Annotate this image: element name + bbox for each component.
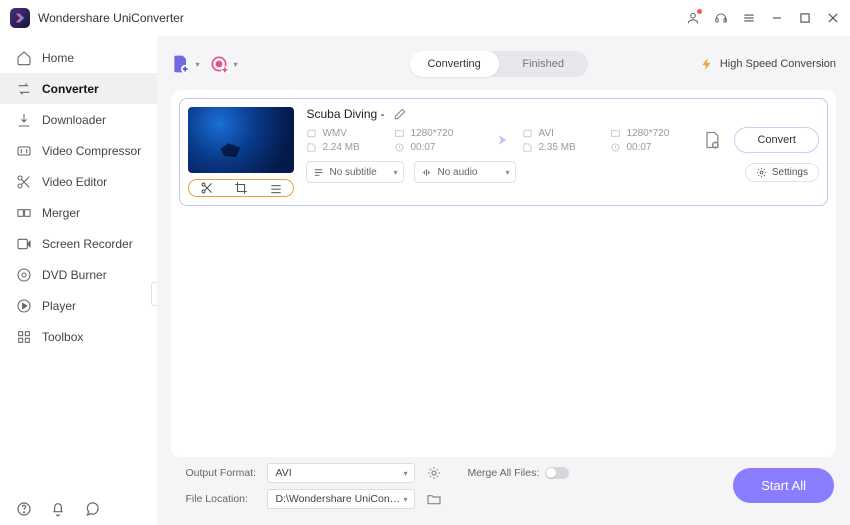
chevron-down-icon: ▾ — [505, 168, 509, 177]
sidebar-item-dvd[interactable]: DVD Burner — [0, 259, 157, 290]
open-folder-icon[interactable] — [425, 490, 443, 508]
bolt-icon — [700, 57, 714, 71]
tab-finished[interactable]: Finished — [499, 51, 588, 77]
sidebar-item-editor[interactable]: Video Editor — [0, 166, 157, 197]
play-icon — [16, 298, 32, 314]
sidebar-item-compressor[interactable]: Video Compressor — [0, 135, 157, 166]
sidebar-item-label: Screen Recorder — [42, 237, 133, 251]
sidebar-item-label: Video Editor — [42, 175, 107, 189]
format-settings-icon[interactable] — [425, 464, 443, 482]
cut-icon[interactable] — [200, 181, 214, 195]
arrow-right-icon — [486, 129, 512, 151]
sidebar-item-home[interactable]: Home — [0, 42, 157, 73]
add-file-icon — [171, 54, 191, 74]
output-settings-icon[interactable] — [702, 130, 722, 150]
crop-icon[interactable] — [234, 181, 248, 195]
headset-icon[interactable] — [714, 11, 728, 25]
sidebar-item-recorder[interactable]: Screen Recorder — [0, 228, 157, 259]
app-title: Wondershare UniConverter — [38, 11, 184, 25]
item-title: Scuba Diving - — [306, 107, 384, 121]
sidebar-item-label: Converter — [42, 82, 99, 96]
high-speed-label: High Speed Conversion — [720, 58, 836, 70]
sidebar-item-toolbox[interactable]: Toolbox — [0, 321, 157, 352]
converter-icon — [16, 81, 32, 97]
titlebar: Wondershare UniConverter — [0, 0, 850, 36]
chevron-down-icon: ▾ — [403, 495, 407, 504]
sidebar-item-label: Player — [42, 299, 76, 313]
grid-icon — [16, 329, 32, 345]
high-speed-toggle[interactable]: High Speed Conversion — [700, 57, 836, 71]
dst-duration: 00:07 — [610, 142, 670, 153]
thumbnail-tools — [188, 179, 294, 197]
conversion-item: Scuba Diving - WMV 1280*720 2.24 MB 00:0… — [179, 98, 828, 206]
sidebar-item-label: Downloader — [42, 113, 106, 127]
bell-icon[interactable] — [50, 501, 66, 517]
audio-select[interactable]: No audio ▾ — [414, 161, 516, 183]
merger-icon — [16, 205, 32, 221]
sidebar-item-merger[interactable]: Merger — [0, 197, 157, 228]
sidebar-item-label: Toolbox — [42, 330, 83, 344]
chevron-down-icon: ▾ — [403, 469, 407, 478]
disc-icon — [16, 267, 32, 283]
minimize-button[interactable] — [770, 11, 784, 25]
recorder-icon — [16, 236, 32, 252]
src-resolution: 1280*720 — [394, 128, 454, 139]
sidebar-item-converter[interactable]: Converter — [0, 73, 157, 104]
item-settings-button[interactable]: Settings — [745, 163, 819, 182]
tab-converting[interactable]: Converting — [410, 51, 499, 77]
convert-button[interactable]: Convert — [734, 127, 819, 153]
add-target-button[interactable]: ▾ — [209, 54, 237, 74]
output-format-label: Output Format: — [185, 467, 257, 479]
chevron-down-icon: ▾ — [233, 60, 237, 69]
scissors-icon — [16, 174, 32, 190]
account-icon[interactable] — [686, 11, 700, 25]
gear-icon — [756, 167, 767, 178]
dst-size: 2.35 MB — [522, 142, 582, 153]
audio-icon — [421, 167, 432, 178]
merge-label: Merge All Files: — [467, 467, 539, 479]
subtitle-select[interactable]: No subtitle ▾ — [306, 161, 404, 183]
menu-icon[interactable] — [742, 11, 756, 25]
sidebar-item-downloader[interactable]: Downloader — [0, 104, 157, 135]
video-thumbnail[interactable] — [188, 107, 294, 173]
help-icon[interactable] — [16, 501, 32, 517]
start-all-button[interactable]: Start All — [733, 468, 834, 503]
sidebar-item-label: DVD Burner — [42, 268, 107, 282]
sidebar: Home Converter Downloader Video Compress… — [0, 36, 157, 525]
maximize-button[interactable] — [798, 11, 812, 25]
add-file-button[interactable]: ▾ — [171, 54, 199, 74]
compressor-icon — [16, 143, 32, 159]
main-panel: ▾ ▾ Converting Finished High Speed Conve… — [157, 36, 850, 525]
src-duration: 00:07 — [394, 142, 454, 153]
edit-name-icon[interactable] — [393, 107, 407, 121]
chevron-down-icon: ▾ — [195, 60, 199, 69]
src-format: WMV — [306, 128, 366, 139]
file-location-label: File Location: — [185, 493, 257, 505]
sidebar-item-label: Merger — [42, 206, 80, 220]
output-format-select[interactable]: AVI ▾ — [267, 463, 415, 483]
src-size: 2.24 MB — [306, 142, 366, 153]
app-logo — [10, 8, 30, 28]
effects-icon[interactable] — [269, 181, 283, 195]
status-tabs: Converting Finished — [410, 51, 588, 77]
close-button[interactable] — [826, 11, 840, 25]
sidebar-item-player[interactable]: Player — [0, 290, 157, 321]
download-icon — [16, 112, 32, 128]
sidebar-item-label: Video Compressor — [42, 144, 141, 158]
chevron-down-icon: ▾ — [393, 168, 397, 177]
add-target-icon — [209, 54, 229, 74]
home-icon — [16, 50, 32, 66]
feedback-icon[interactable] — [84, 501, 100, 517]
dst-resolution: 1280*720 — [610, 128, 670, 139]
subtitle-icon — [313, 167, 324, 178]
file-location-select[interactable]: D:\Wondershare UniConverter ▾ — [267, 489, 415, 509]
dst-format: AVI — [522, 128, 582, 139]
sidebar-item-label: Home — [42, 51, 74, 65]
merge-toggle[interactable] — [545, 467, 569, 479]
